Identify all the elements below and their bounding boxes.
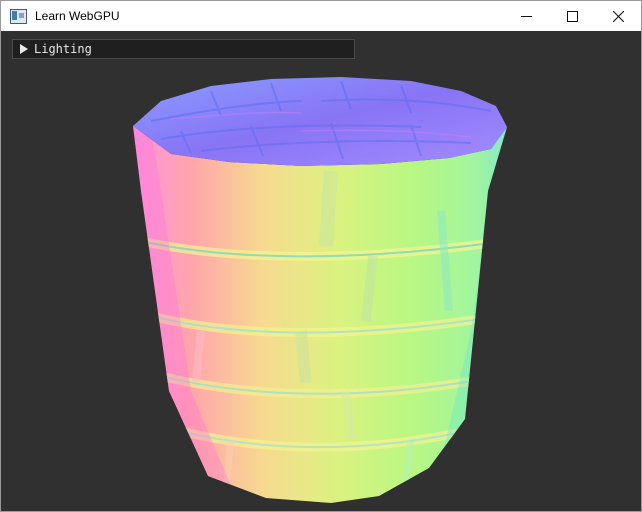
- close-icon: [612, 10, 624, 22]
- app-window-icon: [10, 8, 27, 24]
- maximize-button[interactable]: [549, 1, 595, 31]
- render-viewport[interactable]: Lighting: [1, 31, 641, 511]
- app-window: Learn WebGPU Lighting: [0, 0, 642, 512]
- cylinder-top: [133, 77, 507, 166]
- lighting-panel-label: Lighting: [34, 42, 92, 56]
- maximize-icon: [566, 10, 578, 22]
- lighting-panel-header[interactable]: Lighting: [12, 39, 355, 59]
- window-controls: [503, 1, 641, 31]
- title-bar[interactable]: Learn WebGPU: [1, 1, 641, 31]
- collapse-arrow-icon[interactable]: [20, 44, 28, 54]
- close-button[interactable]: [595, 1, 641, 31]
- brick-texture: [133, 126, 507, 503]
- minimize-button[interactable]: [503, 1, 549, 31]
- minimize-icon: [520, 15, 532, 17]
- window-title: Learn WebGPU: [35, 9, 120, 23]
- rendered-scene[interactable]: [1, 31, 641, 511]
